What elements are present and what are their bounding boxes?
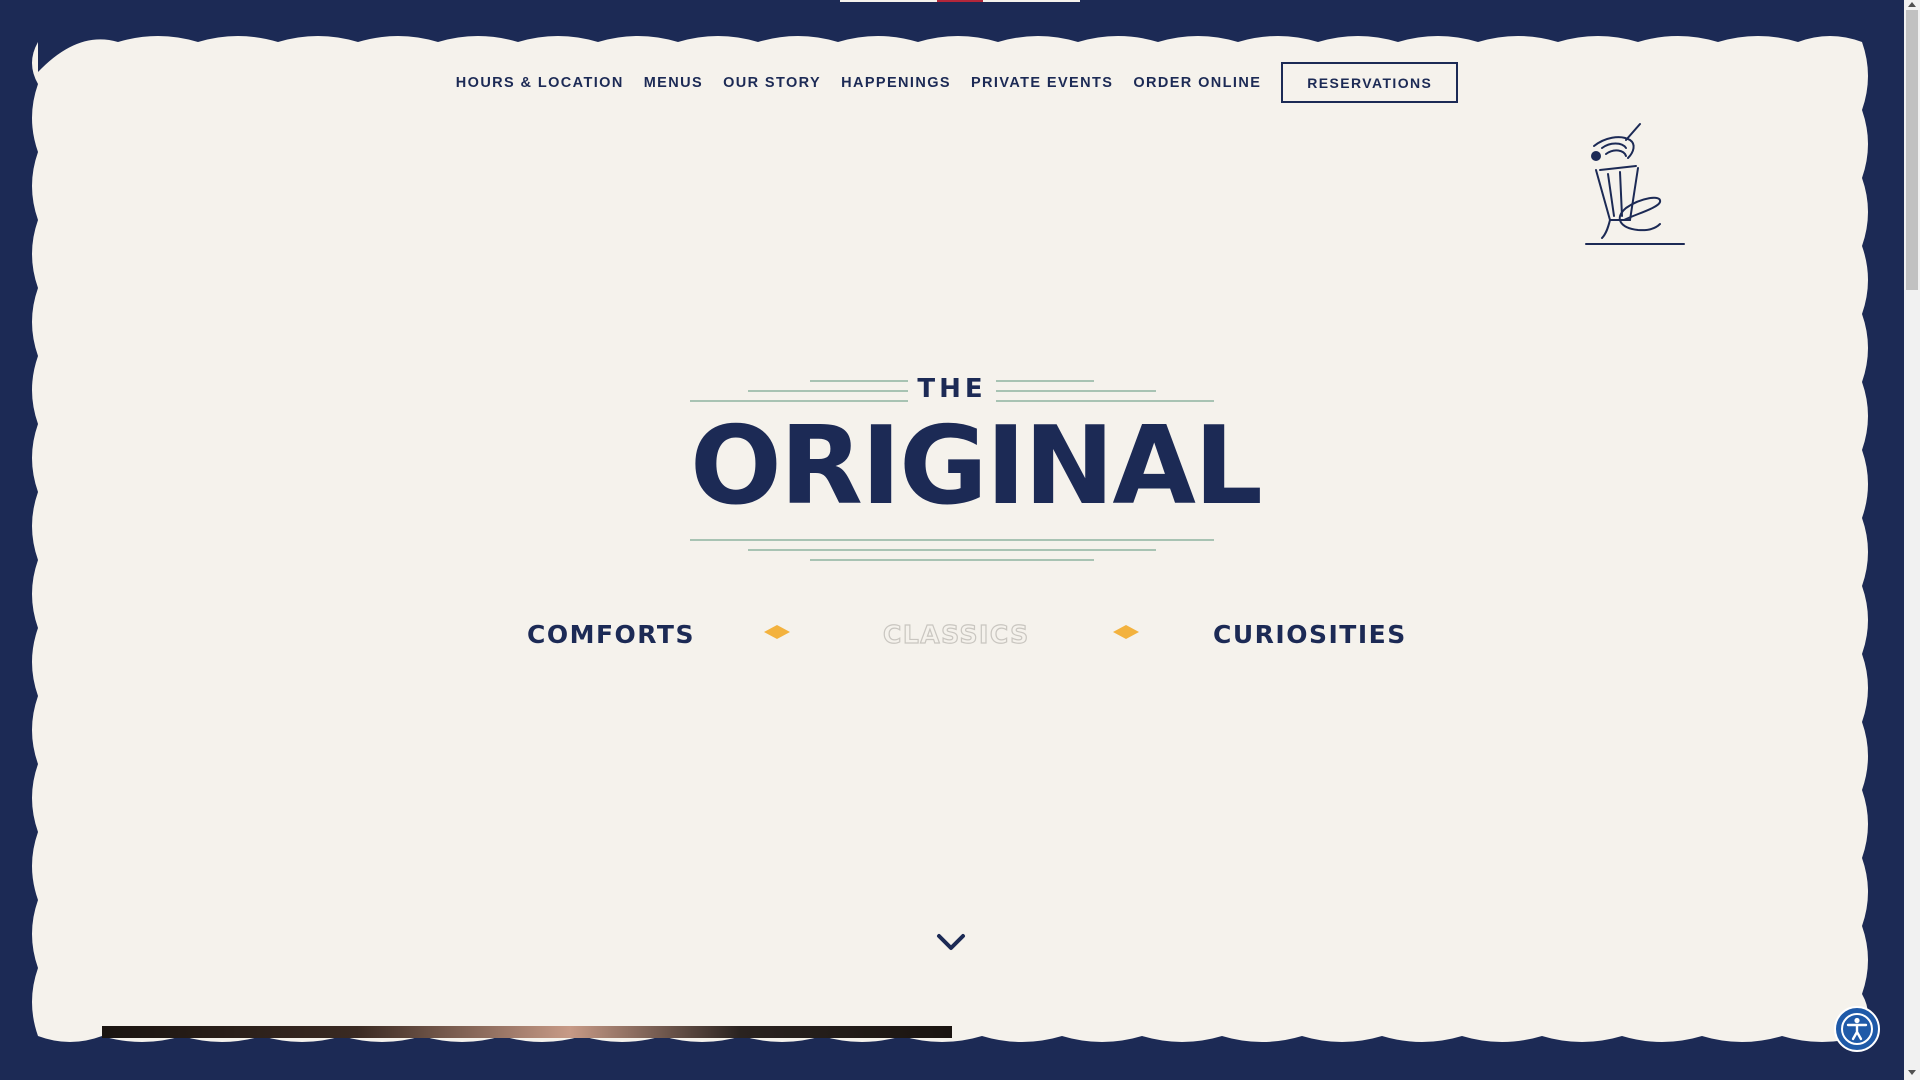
milkshake-mascot-icon[interactable] — [1580, 118, 1696, 248]
featured-photo — [102, 1026, 952, 1038]
nav-private-events[interactable]: PRIVATE EVENTS — [971, 75, 1113, 91]
nav-menus[interactable]: MENUS — [644, 75, 703, 91]
scroll-up-arrow-icon[interactable] — [1908, 2, 1916, 7]
nav-happenings[interactable]: HAPPENINGS — [841, 75, 951, 91]
logo-original-text: ORIGINAL — [690, 404, 1263, 529]
category-curiosities[interactable]: CURIOSITIES — [1213, 620, 1407, 649]
category-classics[interactable]: CLASSICS — [882, 619, 1030, 649]
featured-card — [990, 1030, 1762, 1042]
accessibility-button[interactable] — [1834, 1006, 1880, 1052]
logo-the-text: THE — [917, 374, 987, 404]
brand-logo: THE ORIGINAL — [690, 372, 1263, 564]
chevron-down-icon[interactable] — [936, 932, 966, 952]
category-comforts[interactable]: COMFORTS — [527, 620, 695, 649]
scrollbar-thumb[interactable] — [1906, 10, 1918, 290]
accessibility-icon — [1841, 1013, 1873, 1045]
category-row: COMFORTS CLASSICS CURIOSITIES — [0, 619, 1904, 660]
diamond-icon — [1113, 625, 1139, 639]
diamond-icon — [764, 625, 790, 639]
nav-our-story[interactable]: OUR STORY — [723, 75, 821, 91]
scroll-down-arrow-icon[interactable] — [1908, 1070, 1916, 1075]
reservations-button[interactable]: RESERVATIONS — [1281, 62, 1459, 103]
nav-order-online[interactable]: ORDER ONLINE — [1133, 75, 1261, 91]
nav-hours-location[interactable]: HOURS & LOCATION — [456, 75, 624, 91]
main-nav: HOURS & LOCATION MENUS OUR STORY HAPPENI… — [0, 62, 1904, 103]
